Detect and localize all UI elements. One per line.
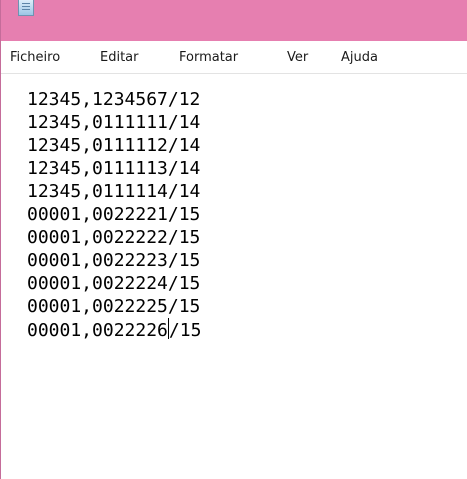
notepad-icon[interactable] <box>18 0 34 16</box>
text-line: 12345,0111112/14 <box>27 135 201 156</box>
menu-help[interactable]: Ajuda <box>341 50 378 66</box>
menu-format[interactable]: Formatar <box>179 50 238 66</box>
title-bar[interactable] <box>1 0 467 41</box>
text-line-with-caret: 00001,0022226/15 <box>27 318 201 342</box>
text-line: 12345,1234567/12 <box>27 89 201 110</box>
menu-edit[interactable]: Editar <box>100 50 139 66</box>
menu-file[interactable]: Ficheiro <box>10 50 60 66</box>
text-line: 00001,0022225/15 <box>27 296 201 317</box>
text-editor-area[interactable]: 12345,1234567/12 12345,0111111/14 12345,… <box>1 74 467 479</box>
text-line: 12345,0111111/14 <box>27 112 201 133</box>
text-line: 00001,0022222/15 <box>27 227 201 248</box>
text-line: 00001,0022221/15 <box>27 204 201 225</box>
menu-view[interactable]: Ver <box>287 50 308 66</box>
text-line: 00001,0022224/15 <box>27 273 201 294</box>
text-before-caret: 00001,0022226 <box>27 320 168 341</box>
text-line: 12345,0111113/14 <box>27 158 201 179</box>
text-line: 00001,0022223/15 <box>27 250 201 271</box>
text-line: 12345,0111114/14 <box>27 181 201 202</box>
text-after-caret: /15 <box>168 320 202 341</box>
menu-bar: Ficheiro Editar Formatar Ver Ajuda <box>1 41 467 74</box>
notepad-window: Ficheiro Editar Formatar Ver Ajuda 12345… <box>0 0 467 479</box>
